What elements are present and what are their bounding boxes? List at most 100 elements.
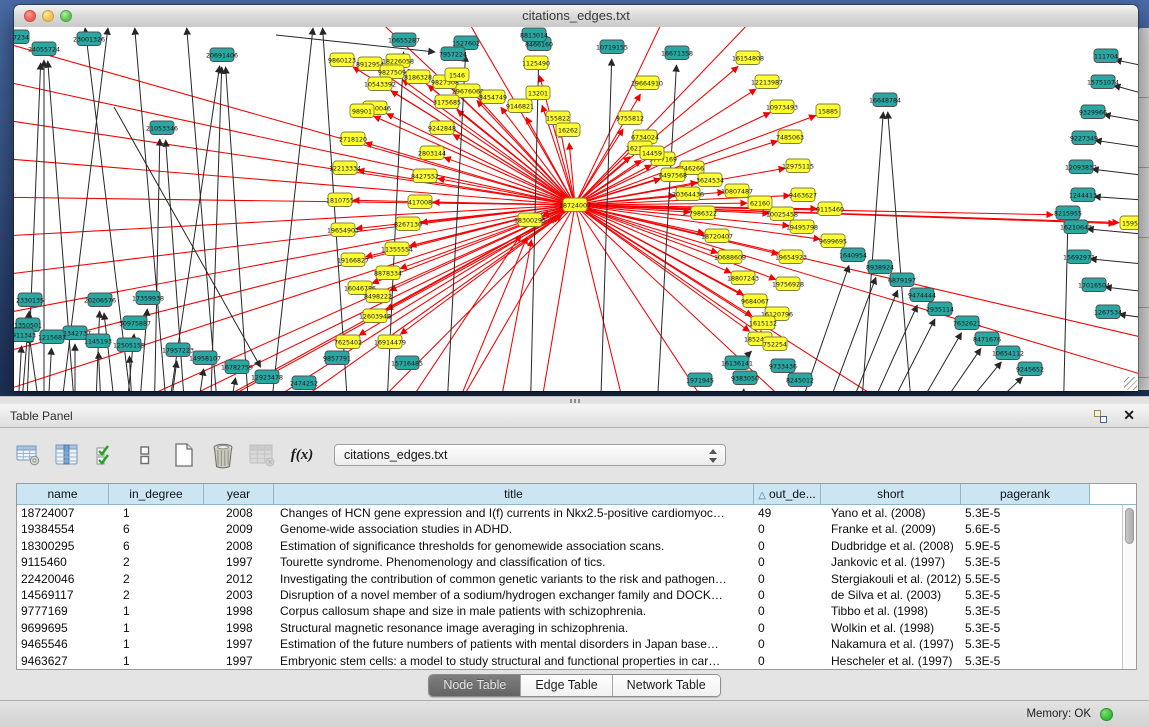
graph-node[interactable]: 18807243 xyxy=(727,271,759,285)
cell-year[interactable]: 2003 xyxy=(204,587,274,603)
cell-title[interactable]: Genome-wide association studies in ADHD. xyxy=(274,521,754,537)
graph-node[interactable]: 8454749 xyxy=(479,90,507,104)
cell-out_degree[interactable]: 0 xyxy=(754,571,821,587)
cell-name[interactable]: 18300295 xyxy=(17,538,109,554)
cell-title[interactable]: Structural magnetic resonance image aver… xyxy=(274,620,754,636)
graph-node[interactable]: 1125490 xyxy=(522,56,550,70)
cell-year[interactable]: 2008 xyxy=(204,505,274,521)
graph-node[interactable]: 9474444 xyxy=(908,288,936,302)
graph-node[interactable]: 16648784 xyxy=(869,93,901,107)
table-row[interactable]: 2242004622012Investigating the contribut… xyxy=(17,571,1136,587)
cell-title[interactable]: Estimation of the future numbers of pati… xyxy=(274,636,754,652)
graph-node[interactable]: 857234 xyxy=(14,30,29,44)
graph-node[interactable]: 8245012 xyxy=(786,373,814,387)
network-canvas[interactable]: 8572342405572423001326206914062105334610… xyxy=(14,27,1138,391)
cell-in_degree[interactable]: 6 xyxy=(109,538,204,554)
cell-short[interactable]: Tibbo et al. (1998) xyxy=(821,603,961,619)
graph-node[interactable]: 16210643 xyxy=(1060,220,1092,234)
graph-node[interactable]: 20364436 xyxy=(672,187,704,201)
panel-splitter[interactable] xyxy=(0,396,1149,404)
tab-edge-table[interactable]: Edge Table xyxy=(521,675,612,696)
graph-node[interactable]: 111704 xyxy=(1094,49,1118,63)
graph-node[interactable]: 30975887 xyxy=(119,316,151,330)
graph-node[interactable]: 2330135 xyxy=(16,293,44,307)
cell-pagerank[interactable]: 5.3E-5 xyxy=(961,603,1090,619)
graph-node[interactable]: 19664910 xyxy=(631,76,663,90)
table-row[interactable]: 946362711997Embryonic stem cells: a mode… xyxy=(17,653,1136,669)
select-columns-button[interactable] xyxy=(53,442,81,468)
window-titlebar[interactable]: citations_edges.txt xyxy=(14,5,1138,28)
cell-in_degree[interactable]: 1 xyxy=(109,603,204,619)
cell-name[interactable]: 9463627 xyxy=(17,653,109,669)
graph-node[interactable]: 18300295 xyxy=(514,213,546,227)
cell-title[interactable]: Embryonic stem cells: a model to study s… xyxy=(274,653,754,669)
cell-title[interactable]: Disruption of a novel member of a sodium… xyxy=(274,587,754,603)
cell-name[interactable]: 9115460 xyxy=(17,554,109,570)
graph-node[interactable]: 12923478 xyxy=(251,370,283,384)
graph-node[interactable]: 19756928 xyxy=(772,277,804,291)
cell-year[interactable]: 1997 xyxy=(204,554,274,570)
cell-title[interactable]: Changes of HCN gene expression and I(f) … xyxy=(274,505,754,521)
graph-node[interactable]: 20691406 xyxy=(206,48,238,62)
graph-node[interactable]: 7957224 xyxy=(439,47,467,61)
cell-short[interactable]: Stergiakouli et al. (2012) xyxy=(821,571,961,587)
cell-name[interactable]: 9777169 xyxy=(17,603,109,619)
graph-node[interactable]: 10807487 xyxy=(721,184,753,198)
graph-node[interactable]: 1810755 xyxy=(326,193,354,207)
cell-year[interactable]: 2009 xyxy=(204,521,274,537)
graph-node[interactable]: 1145193 xyxy=(84,334,112,348)
graph-node[interactable]: 20206576 xyxy=(84,293,116,307)
cell-short[interactable]: Hescheler et al. (1997) xyxy=(821,653,961,669)
new-table-button[interactable] xyxy=(170,442,198,468)
graph-node[interactable]: 15692971 xyxy=(1063,250,1095,264)
table-row[interactable]: 1938455462009Genome-wide association stu… xyxy=(17,521,1136,537)
cell-in_degree[interactable]: 2 xyxy=(109,554,204,570)
graph-node[interactable]: 19166827 xyxy=(337,253,369,267)
cell-pagerank[interactable]: 5.6E-5 xyxy=(961,521,1090,537)
graph-node[interactable]: 9827509 xyxy=(378,65,406,79)
cell-out_degree[interactable]: 49 xyxy=(754,505,821,521)
graph-node[interactable]: 10655287 xyxy=(388,33,420,47)
tab-node-table[interactable]: Node Table xyxy=(429,675,521,696)
graph-node[interactable]: 2935114 xyxy=(926,302,954,316)
graph-node[interactable]: 10654112 xyxy=(992,346,1024,360)
cell-out_degree[interactable]: 0 xyxy=(754,538,821,554)
graph-node[interactable]: 12213334 xyxy=(329,161,361,175)
graph-node[interactable]: 7632621 xyxy=(953,316,981,330)
cell-pagerank[interactable]: 5.3E-5 xyxy=(961,505,1090,521)
graph-node[interactable]: 10543392 xyxy=(364,77,396,91)
graph-node[interactable]: 3175685 xyxy=(433,95,461,109)
graph-node[interactable]: 24055724 xyxy=(28,42,60,56)
graph-node[interactable]: 1215683 xyxy=(38,330,66,344)
cell-out_degree[interactable]: 0 xyxy=(754,636,821,652)
graph-node[interactable]: 7986322 xyxy=(689,206,717,220)
table-row[interactable]: 1872400712008Changes of HCN gene express… xyxy=(17,505,1136,521)
graph-node[interactable]: 10719155 xyxy=(596,40,628,54)
graph-node[interactable]: 12213987 xyxy=(751,75,783,89)
float-panel-icon[interactable] xyxy=(1094,410,1107,423)
table-source-select[interactable]: citations_edges.txt xyxy=(334,444,726,466)
graph-node[interactable]: 19654903 xyxy=(327,223,359,237)
graph-node[interactable]: 9860123 xyxy=(328,53,356,67)
cell-out_degree[interactable]: 0 xyxy=(754,521,821,537)
cell-name[interactable]: 22420046 xyxy=(17,571,109,587)
graph-node[interactable]: 16671358 xyxy=(661,46,693,60)
cell-pagerank[interactable]: 5.3E-5 xyxy=(961,636,1090,652)
graph-node[interactable]: 752254 xyxy=(763,337,787,351)
cell-out_degree[interactable]: 0 xyxy=(754,603,821,619)
graph-node[interactable]: 12505155 xyxy=(113,338,145,352)
graph-node[interactable]: 3624534 xyxy=(696,173,724,187)
graph-node[interactable]: 7485063 xyxy=(776,130,804,144)
graph-node[interactable]: 17359938 xyxy=(132,291,164,305)
graph-node[interactable]: 9245652 xyxy=(1016,362,1044,376)
graph-node[interactable]: 12603948 xyxy=(359,309,391,323)
cell-in_degree[interactable]: 1 xyxy=(109,620,204,636)
table-row[interactable]: 969969511998Structural magnetic resonanc… xyxy=(17,620,1136,636)
cell-in_degree[interactable]: 1 xyxy=(109,636,204,652)
cell-year[interactable]: 2012 xyxy=(204,571,274,587)
graph-node[interactable]: 7625402 xyxy=(334,335,362,349)
column-header-year[interactable]: year xyxy=(204,484,274,504)
graph-node[interactable]: 9115460 xyxy=(816,202,844,216)
cell-pagerank[interactable]: 5.5E-5 xyxy=(961,571,1090,587)
graph-node[interactable]: 19495798 xyxy=(786,220,818,234)
